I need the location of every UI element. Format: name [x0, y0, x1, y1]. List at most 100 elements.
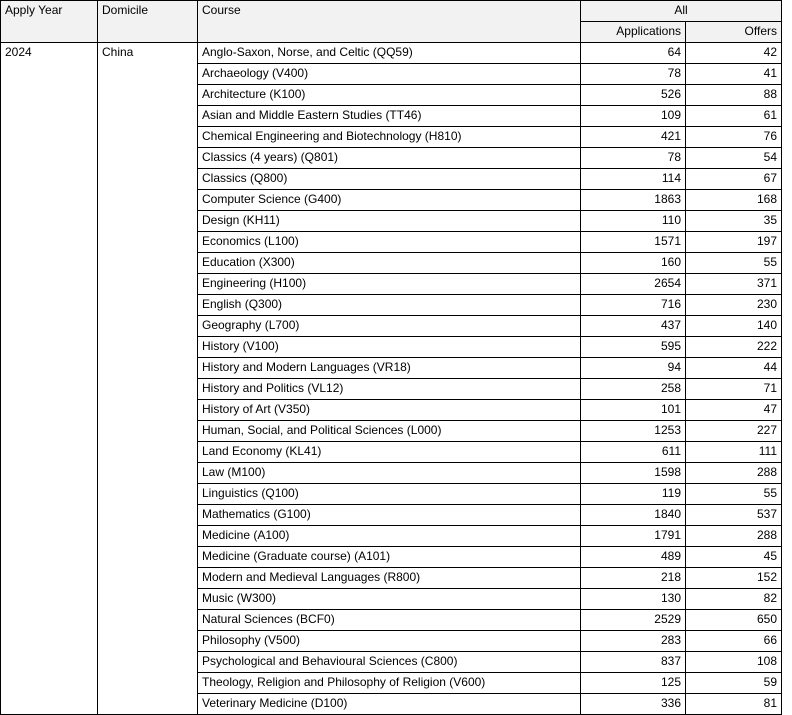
- cell-applications: 78: [580, 147, 686, 169]
- cell-applications: 1598: [580, 462, 686, 484]
- cell-offers: 227: [685, 420, 782, 442]
- cell-offers: 371: [685, 273, 782, 295]
- cell-domicile: China: [97, 42, 198, 715]
- cell-applications: 1253: [580, 420, 686, 442]
- cell-applications: 283: [580, 630, 686, 652]
- cell-course: Psychological and Behavioural Sciences (…: [197, 651, 581, 673]
- cell-offers: 230: [685, 294, 782, 316]
- cell-course: Veterinary Medicine (D100): [197, 693, 581, 715]
- cell-applications: 109: [580, 105, 686, 127]
- cell-offers: 54: [685, 147, 782, 169]
- cell-course: Asian and Middle Eastern Studies (TT46): [197, 105, 581, 127]
- cell-course: Engineering (H100): [197, 273, 581, 295]
- cell-offers: 42: [685, 42, 782, 64]
- cell-offers: 59: [685, 672, 782, 694]
- cell-offers: 82: [685, 588, 782, 610]
- cell-offers: 140: [685, 315, 782, 337]
- cell-applications: 336: [580, 693, 686, 715]
- cell-offers: 35: [685, 210, 782, 232]
- header-row-top: Apply Year Domicile Course All: [0, 0, 782, 43]
- cell-applications: 78: [580, 63, 686, 85]
- cell-applications: 1571: [580, 231, 686, 253]
- table-row: 2024 China Anglo-Saxon, Norse, and Celtic …: [0, 42, 782, 715]
- cell-course: Economics (L100): [197, 231, 581, 253]
- cell-applications: 125: [580, 672, 686, 694]
- cell-applications: 437: [580, 315, 686, 337]
- cell-course: History (V100): [197, 336, 581, 358]
- cell-offers: 66: [685, 630, 782, 652]
- cell-offers: 650: [685, 609, 782, 631]
- cell-course: Theology, Religion and Philosophy of Rel…: [197, 672, 581, 694]
- cell-offers: 44: [685, 357, 782, 379]
- header-offers: Offers: [685, 21, 782, 43]
- cell-applications: 130: [580, 588, 686, 610]
- cell-course: Music (W300): [197, 588, 581, 610]
- cell-course: English (Q300): [197, 294, 581, 316]
- cell-offers: 222: [685, 336, 782, 358]
- cell-course: History and Politics (VL12): [197, 378, 581, 400]
- cell-offers: 537: [685, 504, 782, 526]
- header-domicile: Domicile: [97, 0, 198, 43]
- cell-course: Mathematics (G100): [197, 504, 581, 526]
- cell-applications: 64: [580, 42, 686, 64]
- cell-offers: 197: [685, 231, 782, 253]
- cell-applications: 114: [580, 168, 686, 190]
- cell-offers: 67: [685, 168, 782, 190]
- cell-offers: 55: [685, 483, 782, 505]
- cell-course: Land Economy (KL41): [197, 441, 581, 463]
- cell-apply-year: 2024: [0, 42, 98, 715]
- cell-course: Philosophy (V500): [197, 630, 581, 652]
- cell-applications: 2529: [580, 609, 686, 631]
- cell-course: Education (X300): [197, 252, 581, 274]
- cell-course: Medicine (A100): [197, 525, 581, 547]
- cell-applications: 716: [580, 294, 686, 316]
- cell-course: Geography (L700): [197, 315, 581, 337]
- cell-course: Human, Social, and Political Sciences (L…: [197, 420, 581, 442]
- cell-course: Anglo-Saxon, Norse, and Celtic (QQ59): [197, 42, 581, 64]
- cell-offers: 45: [685, 546, 782, 568]
- cell-course: Linguistics (Q100): [197, 483, 581, 505]
- cell-applications: 258: [580, 378, 686, 400]
- cell-applications: 94: [580, 357, 686, 379]
- cell-course: Medicine (Graduate course) (A101): [197, 546, 581, 568]
- cell-course: Law (M100): [197, 462, 581, 484]
- cell-offers: 111: [685, 441, 782, 463]
- cell-offers: 55: [685, 252, 782, 274]
- table-body: 2024 China Anglo-Saxon, Norse, and Celtic …: [0, 42, 782, 715]
- cell-course: History of Art (V350): [197, 399, 581, 421]
- cell-course: Natural Sciences (BCF0): [197, 609, 581, 631]
- cell-applications: 611: [580, 441, 686, 463]
- table-container: Apply Year Domicile Course All Applicati…: [0, 0, 792, 715]
- cell-course: Computer Science (G400): [197, 189, 581, 211]
- table-header: Apply Year Domicile Course All Applicati…: [0, 0, 782, 43]
- cell-offers: 108: [685, 651, 782, 673]
- cell-offers: 88: [685, 84, 782, 106]
- cell-applications: 119: [580, 483, 686, 505]
- cell-offers: 288: [685, 462, 782, 484]
- cell-course: Chemical Engineering and Biotechnology (…: [197, 126, 581, 148]
- cell-course: History and Modern Languages (VR18): [197, 357, 581, 379]
- cell-course: Classics (Q800): [197, 168, 581, 190]
- cell-offers: 41: [685, 63, 782, 85]
- cell-offers: 168: [685, 189, 782, 211]
- cell-applications: 1840: [580, 504, 686, 526]
- cell-offers: 71: [685, 378, 782, 400]
- cell-applications: 2654: [580, 273, 686, 295]
- cell-offers: 47: [685, 399, 782, 421]
- header-applications: Applications: [580, 21, 686, 43]
- cell-applications: 218: [580, 567, 686, 589]
- cell-course: Architecture (K100): [197, 84, 581, 106]
- cell-applications: 160: [580, 252, 686, 274]
- cell-applications: 110: [580, 210, 686, 232]
- cell-applications: 421: [580, 126, 686, 148]
- cell-applications: 1863: [580, 189, 686, 211]
- header-course: Course: [197, 0, 581, 43]
- cell-course: Design (KH11): [197, 210, 581, 232]
- cell-offers: 76: [685, 126, 782, 148]
- cell-applications: 526: [580, 84, 686, 106]
- cell-applications: 595: [580, 336, 686, 358]
- cell-applications: 489: [580, 546, 686, 568]
- cell-applications: 1791: [580, 525, 686, 547]
- cell-offers: 152: [685, 567, 782, 589]
- cell-offers: 61: [685, 105, 782, 127]
